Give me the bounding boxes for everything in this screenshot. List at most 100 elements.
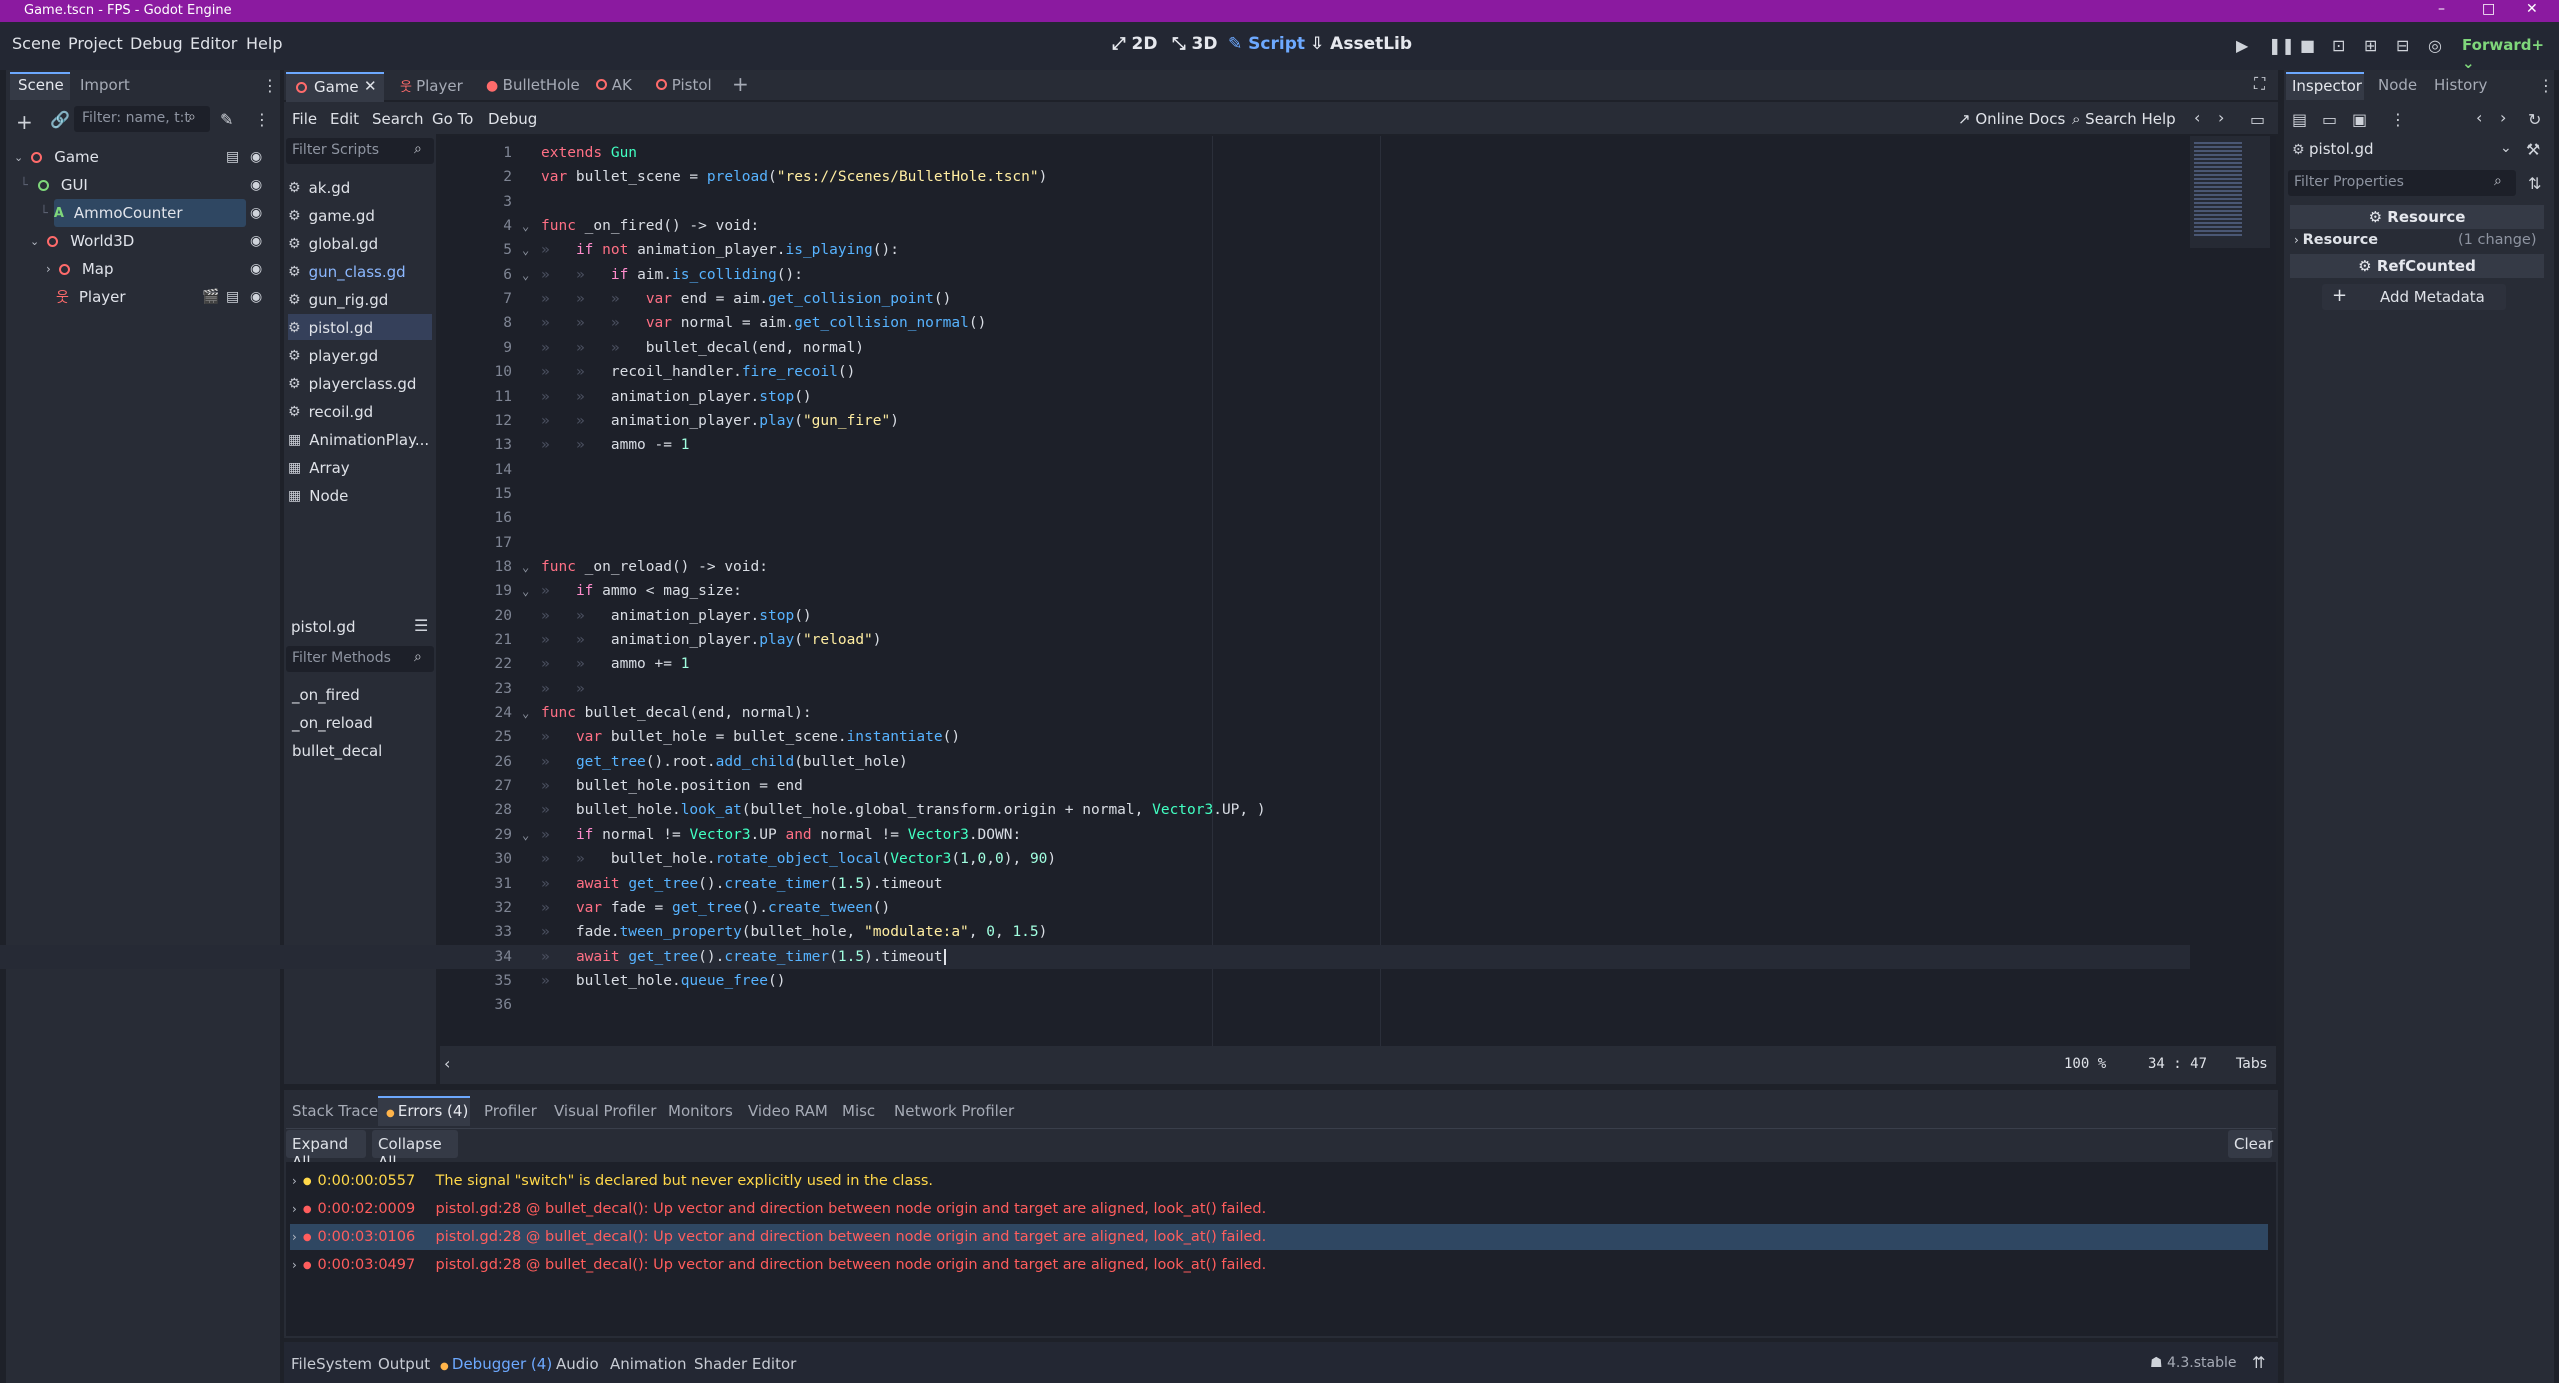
property-settings-icon[interactable]: ⇅	[2528, 174, 2541, 193]
indent-mode[interactable]: Tabs	[2236, 1056, 2267, 1072]
movie-maker-icon[interactable]: ◎	[2428, 36, 2442, 55]
code-line[interactable]: 28» bullet_hole.look_at(bullet_hole.glob…	[0, 798, 2190, 822]
chevron-down-icon[interactable]: ⌄	[2500, 140, 2512, 156]
code-line[interactable]: 15	[0, 482, 2190, 506]
distraction-free-icon[interactable]: ⛶	[2254, 74, 2265, 94]
tab-assetlib[interactable]: ⇩ AssetLib	[1310, 34, 1412, 54]
tab-node[interactable]: Node	[2378, 76, 2417, 94]
save-icon[interactable]: ▣	[2352, 110, 2367, 129]
add-tab-icon[interactable]: +	[732, 72, 749, 96]
filter-properties-input[interactable]: Filter Properties ⌕	[2288, 170, 2516, 196]
editor-tab-player[interactable]: 웃 Player	[400, 76, 463, 95]
tab-import[interactable]: Import	[80, 76, 130, 94]
play-icon[interactable]: ▶	[2236, 36, 2248, 55]
code-line[interactable]: 17	[0, 531, 2190, 555]
code-line[interactable]: 4 ⌄ func _on_fired() -> void:	[0, 214, 2190, 238]
add-node-icon[interactable]: +	[16, 110, 33, 134]
code-line[interactable]: 23» »	[0, 677, 2190, 701]
section-refcounted-header[interactable]: ⚙ RefCounted	[2290, 254, 2544, 278]
menu-scene[interactable]: Scene	[12, 34, 61, 53]
history-back-icon[interactable]: ‹	[2194, 108, 2200, 127]
chevron-right-icon[interactable]: ›	[292, 1174, 297, 1188]
zoom-level[interactable]: 100 %	[2064, 1056, 2106, 1072]
attach-script-icon[interactable]: ✎	[220, 110, 233, 129]
expand-bottom-panel-icon[interactable]: ⇈	[2252, 1353, 2265, 1372]
tab-animation[interactable]: Animation	[610, 1355, 686, 1373]
inspector-menu-icon[interactable]: ⋮	[2538, 76, 2554, 95]
minimize-icon[interactable]: –	[2438, 1, 2445, 17]
object-history-icon[interactable]: ↻	[2528, 110, 2541, 129]
tab-history[interactable]: History	[2434, 76, 2487, 94]
chevron-right-icon[interactable]: ›	[2294, 233, 2303, 247]
code-line[interactable]: 25» var bullet_hole = bullet_scene.insta…	[0, 725, 2190, 749]
code-line[interactable]: 12» » animation_player.play("gun_fire")	[0, 409, 2190, 433]
minimap[interactable]	[2190, 136, 2270, 248]
code-line[interactable]: 32» var fade = get_tree().create_tween()	[0, 896, 2190, 920]
tab-2d[interactable]: ⤢ 2D	[1112, 34, 1157, 54]
object-properties-icon[interactable]: ⚒	[2526, 140, 2540, 159]
remote-debug-icon[interactable]: ⊡	[2332, 36, 2345, 55]
menu-help[interactable]: Help	[246, 34, 282, 53]
script-menu-search[interactable]: Search	[372, 110, 424, 128]
tab-shader-editor[interactable]: Shader Editor	[694, 1355, 796, 1373]
link-icon[interactable]: 🔗	[50, 110, 70, 129]
tab-script[interactable]: ✎ Script	[1228, 34, 1305, 54]
code-line[interactable]: 27» bullet_hole.position = end	[0, 774, 2190, 798]
code-line[interactable]: 8» » » var normal = aim.get_collision_no…	[0, 311, 2190, 335]
toggle-scripts-icon[interactable]: ‹	[444, 1054, 450, 1073]
tab-output[interactable]: Output	[378, 1355, 430, 1373]
code-line[interactable]: 5 ⌄» if not animation_player.is_playing()…	[0, 238, 2190, 262]
code-line[interactable]: 20» » animation_player.stop()	[0, 604, 2190, 628]
tab-profiler[interactable]: Profiler	[484, 1102, 537, 1120]
tab-network-profiler[interactable]: Network Profiler	[894, 1102, 1014, 1120]
tab-inspector[interactable]: Inspector	[2286, 72, 2364, 100]
code-line[interactable]: 34» await get_tree().create_timer(1.5).t…	[0, 944, 2190, 969]
tab-debugger[interactable]: ● Debugger (4)	[440, 1355, 552, 1373]
editor-tab-bullethole[interactable]: ● BulletHole	[486, 76, 580, 94]
history-back-icon[interactable]: ‹	[2476, 108, 2482, 127]
stop-icon[interactable]: ■	[2300, 36, 2315, 55]
code-line[interactable]: 11» » animation_player.stop()	[0, 385, 2190, 409]
code-line[interactable]: 1 extends Gun	[0, 141, 2190, 165]
code-line[interactable]: 13» » ammo -= 1	[0, 433, 2190, 457]
tab-video-ram[interactable]: Video RAM	[748, 1102, 828, 1120]
section-resource-header[interactable]: ⚙ Resource	[2290, 205, 2544, 229]
code-line[interactable]: 7» » » var end = aim.get_collision_point…	[0, 287, 2190, 311]
scene-menu-icon[interactable]: ⋮	[254, 110, 270, 129]
error-row[interactable]: › ● 0:00:02:0009 pistol.gd:28 @ bullet_d…	[290, 1196, 2268, 1222]
pause-icon[interactable]: ❚❚	[2268, 36, 2295, 55]
script-menu-file[interactable]: File	[292, 110, 317, 128]
code-line[interactable]: 2 var bullet_scene = preload("res://Scene…	[0, 165, 2190, 189]
clear-errors-button[interactable]: Clear	[2228, 1130, 2273, 1158]
code-line[interactable]: 10» » recoil_handler.fire_recoil()	[0, 360, 2190, 384]
code-line[interactable]: 33» fade.tween_property(bullet_hole, "mo…	[0, 920, 2190, 944]
code-line[interactable]: 21» » animation_player.play("reload")	[0, 628, 2190, 652]
toggle-scripts-panel-icon[interactable]: ▭	[2250, 110, 2265, 129]
error-row-selected[interactable]: › ● 0:00:03:0106 pistol.gd:28 @ bullet_d…	[290, 1224, 2268, 1250]
maximize-icon[interactable]: □	[2482, 1, 2495, 17]
code-editor[interactable]: 1 extends Gun 2 var bullet_scene = preload(…	[0, 136, 2276, 1084]
history-forward-icon[interactable]: ›	[2218, 108, 2224, 127]
scene-filter-input[interactable]: Filter: name, t:t ⌕	[74, 106, 210, 132]
play-custom-icon[interactable]: ⊟	[2396, 36, 2409, 55]
editor-tab-pistol[interactable]: Pistol	[656, 76, 712, 94]
close-tab-icon[interactable]: ✕	[364, 77, 377, 95]
search-help-button[interactable]: ⌕ Search Help	[2072, 110, 2176, 128]
code-line[interactable]: 14	[0, 458, 2190, 482]
tab-misc[interactable]: Misc	[842, 1102, 875, 1120]
chevron-right-icon[interactable]: ›	[292, 1258, 297, 1272]
tab-errors[interactable]: ● Errors (4)	[378, 1096, 470, 1126]
resource-path[interactable]: ⚙ pistol.gd ⌄	[2292, 140, 2518, 164]
close-window-icon[interactable]: ✕	[2526, 1, 2538, 17]
menu-editor[interactable]: Editor	[190, 34, 237, 53]
tab-audio[interactable]: Audio	[556, 1355, 599, 1373]
script-menu-goto[interactable]: Go To	[432, 110, 473, 128]
code-line[interactable]: 26» get_tree().root.add_child(bullet_hol…	[0, 750, 2190, 774]
tab-stack-trace[interactable]: Stack Trace	[292, 1102, 378, 1120]
editor-tab-game[interactable]: Game ✕	[286, 72, 384, 102]
script-menu-edit[interactable]: Edit	[330, 110, 359, 128]
renderer-select[interactable]: Forward+ ⌄	[2462, 36, 2559, 72]
tab-visual-profiler[interactable]: Visual Profiler	[554, 1102, 656, 1120]
dock-menu-icon[interactable]: ⋮	[262, 76, 278, 95]
script-menu-debug[interactable]: Debug	[488, 110, 537, 128]
